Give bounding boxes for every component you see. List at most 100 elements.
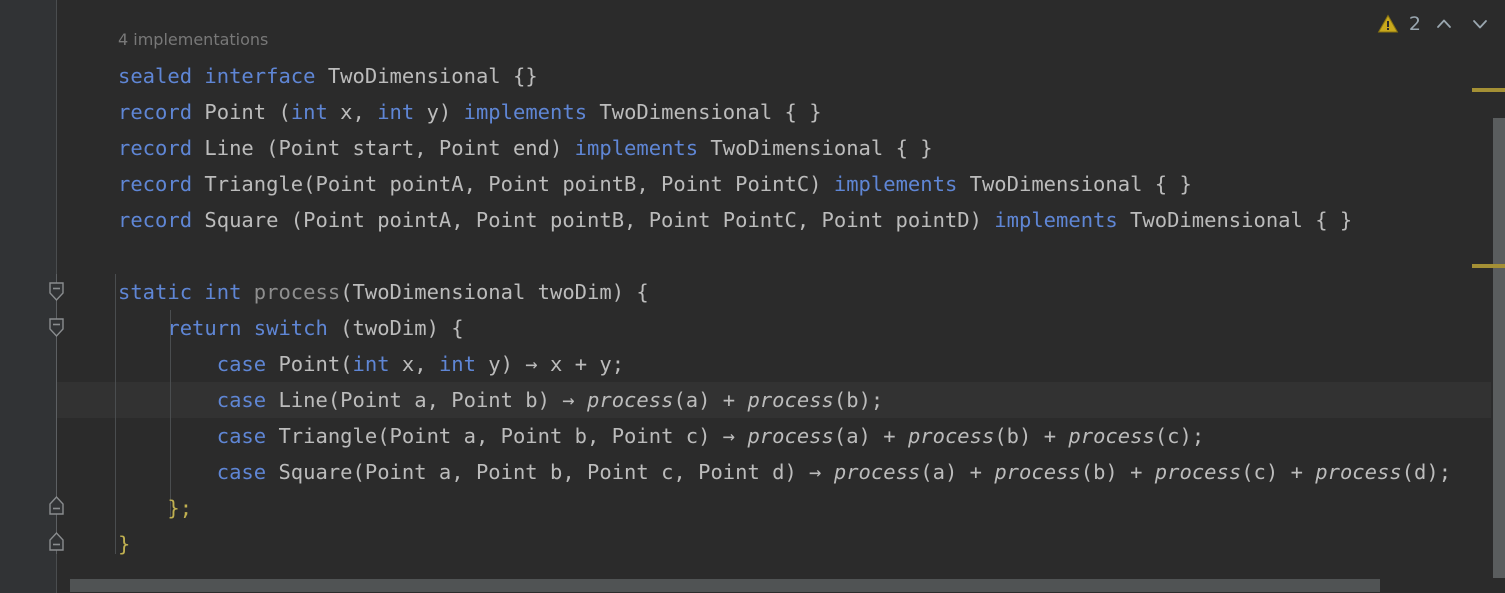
code-line[interactable]: return switch (twoDim) {	[118, 310, 464, 346]
code-token: }	[118, 532, 131, 556]
code-token: (TwoDimensional twoDim) {	[340, 280, 649, 304]
chevron-down-icon[interactable]	[1467, 11, 1493, 37]
fold-collapse-close-icon[interactable]	[45, 530, 68, 553]
fold-collapse-open-icon[interactable]	[45, 316, 68, 339]
code-token: int	[204, 280, 242, 304]
error-stripe-warning[interactable]	[1472, 264, 1505, 268]
code-token: process	[907, 424, 995, 448]
code-line[interactable]: case Line(Point a, Point b) → process(a)…	[118, 382, 884, 418]
code-token: case	[216, 460, 267, 484]
code-line[interactable]: }	[118, 526, 130, 562]
code-token: case	[216, 424, 267, 448]
code-token: (a) +	[833, 424, 908, 448]
code-token: Point(	[266, 352, 353, 376]
code-line[interactable]: case Triangle(Point a, Point b, Point c)…	[118, 418, 1204, 454]
code-token: (a) +	[920, 460, 995, 484]
code-token: int	[290, 100, 328, 124]
code-text-area[interactable]: 4 implementations sealed interface TwoDi…	[57, 0, 1505, 593]
code-token: Square (Point pointA, Point pointB, Poin…	[192, 208, 995, 232]
code-token: Triangle(Point pointA, Point pointB, Poi…	[192, 172, 834, 196]
error-stripe-warning[interactable]	[1472, 88, 1505, 92]
code-token: process	[587, 388, 674, 412]
code-token: x,	[327, 100, 378, 124]
code-token: record	[118, 100, 193, 124]
code-editor[interactable]: I @	[0, 0, 1505, 593]
code-token: record	[118, 172, 193, 196]
code-token: process	[1068, 424, 1155, 448]
code-token: implements	[574, 136, 699, 160]
code-token: (d);	[1401, 460, 1452, 484]
code-line[interactable]: record Triangle(Point pointA, Point poin…	[118, 166, 1192, 202]
code-token: x,	[389, 352, 439, 376]
code-token: static	[118, 280, 193, 304]
code-line[interactable]: record Square (Point pointA, Point point…	[118, 202, 1352, 238]
code-line[interactable]: case Square(Point a, Point b, Point c, P…	[118, 454, 1451, 490]
code-token: (b) +	[994, 424, 1069, 448]
code-line[interactable]: record Line (Point start, Point end) imp…	[118, 130, 933, 166]
code-token: (b) +	[1080, 460, 1155, 484]
code-token: Square(Point a, Point b, Point c, Point …	[266, 460, 834, 484]
chevron-up-icon[interactable]	[1431, 11, 1457, 37]
code-line[interactable]: case Point(int x, int y) → x + y;	[118, 346, 624, 382]
code-token: y) → x + y;	[475, 352, 625, 376]
code-token: TwoDimensional { }	[698, 136, 933, 160]
code-token: case	[216, 388, 267, 412]
code-token: implements	[463, 100, 588, 124]
code-token: int	[352, 352, 390, 376]
code-token: Point (	[192, 100, 291, 124]
code-token: return	[167, 316, 242, 340]
inspection-widget[interactable]: 2	[1377, 10, 1493, 38]
code-token: y)	[414, 100, 464, 124]
code-token: process	[994, 460, 1081, 484]
code-token: switch	[253, 316, 328, 340]
code-line[interactable]: sealed interface TwoDimensional {}	[118, 58, 538, 94]
code-token: (a) +	[673, 388, 748, 412]
fold-collapse-open-icon[interactable]	[45, 280, 68, 303]
code-token: };	[167, 496, 193, 520]
code-token: TwoDimensional { }	[587, 100, 822, 124]
code-line[interactable]: record Point (int x, int y) implements T…	[118, 94, 822, 130]
code-token: Triangle(Point a, Point b, Point c) →	[266, 424, 748, 448]
code-token: implements	[833, 172, 958, 196]
code-token: Line (Point start, Point end)	[192, 136, 575, 160]
code-token: process	[747, 424, 834, 448]
code-token: record	[118, 208, 193, 232]
code-token: process	[253, 280, 341, 304]
vertical-scrollbar-thumb[interactable]	[1493, 118, 1505, 578]
vertical-scrollbar-track[interactable]	[1491, 0, 1505, 578]
code-token: process	[1154, 460, 1242, 484]
code-token: (twoDim) {	[327, 316, 464, 340]
code-line[interactable]: static int process(TwoDimensional twoDim…	[118, 274, 649, 310]
fold-collapse-close-icon[interactable]	[45, 494, 68, 517]
indent-guide	[115, 274, 116, 554]
code-token: implements	[994, 208, 1118, 232]
code-token: process	[747, 388, 834, 412]
horizontal-scrollbar-track[interactable]	[57, 578, 1505, 593]
code-token: interface	[204, 64, 316, 88]
warning-count: 2	[1408, 13, 1421, 35]
code-token: {}	[500, 64, 538, 88]
code-token: sealed	[118, 64, 193, 88]
code-token: (c);	[1154, 424, 1205, 448]
horizontal-scrollbar-thumb[interactable]	[70, 579, 1380, 592]
warning-triangle-icon[interactable]	[1377, 13, 1399, 35]
code-token: TwoDimensional	[327, 64, 501, 88]
code-token: int	[377, 100, 415, 124]
code-token: TwoDimensional { }	[1117, 208, 1353, 232]
code-token: process	[833, 460, 921, 484]
code-token: (c) +	[1241, 460, 1316, 484]
code-token: (b);	[833, 388, 884, 412]
inlay-hint-implementations[interactable]: 4 implementations	[118, 30, 268, 49]
code-line[interactable]: };	[118, 490, 192, 526]
code-token: record	[118, 136, 193, 160]
